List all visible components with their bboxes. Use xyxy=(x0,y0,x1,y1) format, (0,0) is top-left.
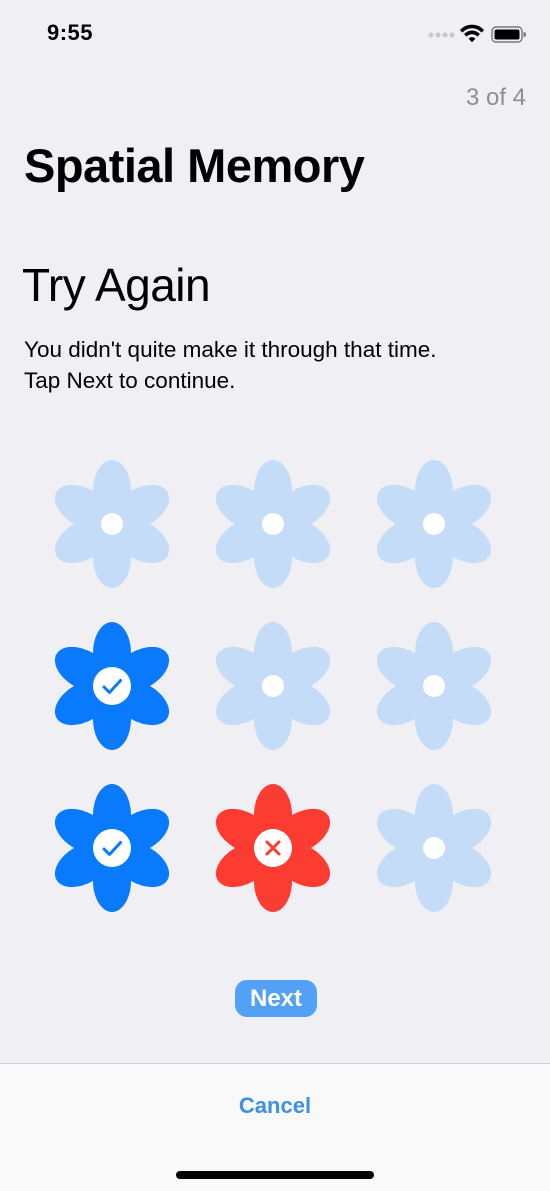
flower-icon xyxy=(54,460,170,588)
page-title: Spatial Memory xyxy=(24,139,365,192)
flower-center xyxy=(101,513,123,535)
status-time: 9:55 xyxy=(47,20,94,45)
flower-center xyxy=(423,837,445,859)
result-heading: Try Again xyxy=(22,259,211,311)
status-icons-svg xyxy=(428,24,526,43)
battery-icon xyxy=(491,26,526,43)
flower-center xyxy=(423,675,445,697)
flower-cell[interactable] xyxy=(50,622,174,750)
flower-icon xyxy=(376,460,492,588)
flower-icon xyxy=(376,784,492,912)
next-button[interactable]: Next xyxy=(235,980,317,1017)
wifi-icon xyxy=(460,24,484,43)
cellular-dots-icon xyxy=(428,32,455,38)
flower-grid xyxy=(50,460,500,915)
flower-icon xyxy=(54,622,170,750)
flower-cell[interactable] xyxy=(50,460,174,588)
flower-icon xyxy=(215,784,331,912)
flower-cell[interactable] xyxy=(372,622,496,750)
flower-cell[interactable] xyxy=(372,784,496,912)
status-icons xyxy=(428,22,528,46)
result-message-line-2: Tap Next to continue. xyxy=(24,368,236,393)
flower-cell[interactable] xyxy=(211,460,335,588)
result-message: You didn't quite make it through that ti… xyxy=(24,334,524,396)
flower-cell[interactable] xyxy=(50,784,174,912)
home-indicator xyxy=(176,1171,374,1179)
result-message-line-1: You didn't quite make it through that ti… xyxy=(24,337,437,362)
flower-cell[interactable] xyxy=(372,460,496,588)
status-bar: 9:55 xyxy=(0,0,550,70)
flower-center xyxy=(262,513,284,535)
step-counter: 3 of 4 xyxy=(465,84,526,111)
flower-center xyxy=(93,667,131,705)
flower-cell[interactable] xyxy=(211,622,335,750)
flower-icon xyxy=(54,784,170,912)
flower-center xyxy=(423,513,445,535)
flower-icon xyxy=(215,622,331,750)
bottom-toolbar: Cancel xyxy=(0,1063,550,1191)
flower-icon xyxy=(376,622,492,750)
flower-cell[interactable] xyxy=(211,784,335,912)
flower-center xyxy=(93,829,131,867)
flower-icon xyxy=(215,460,331,588)
flower-center xyxy=(262,675,284,697)
cancel-button[interactable]: Cancel xyxy=(0,1086,550,1126)
